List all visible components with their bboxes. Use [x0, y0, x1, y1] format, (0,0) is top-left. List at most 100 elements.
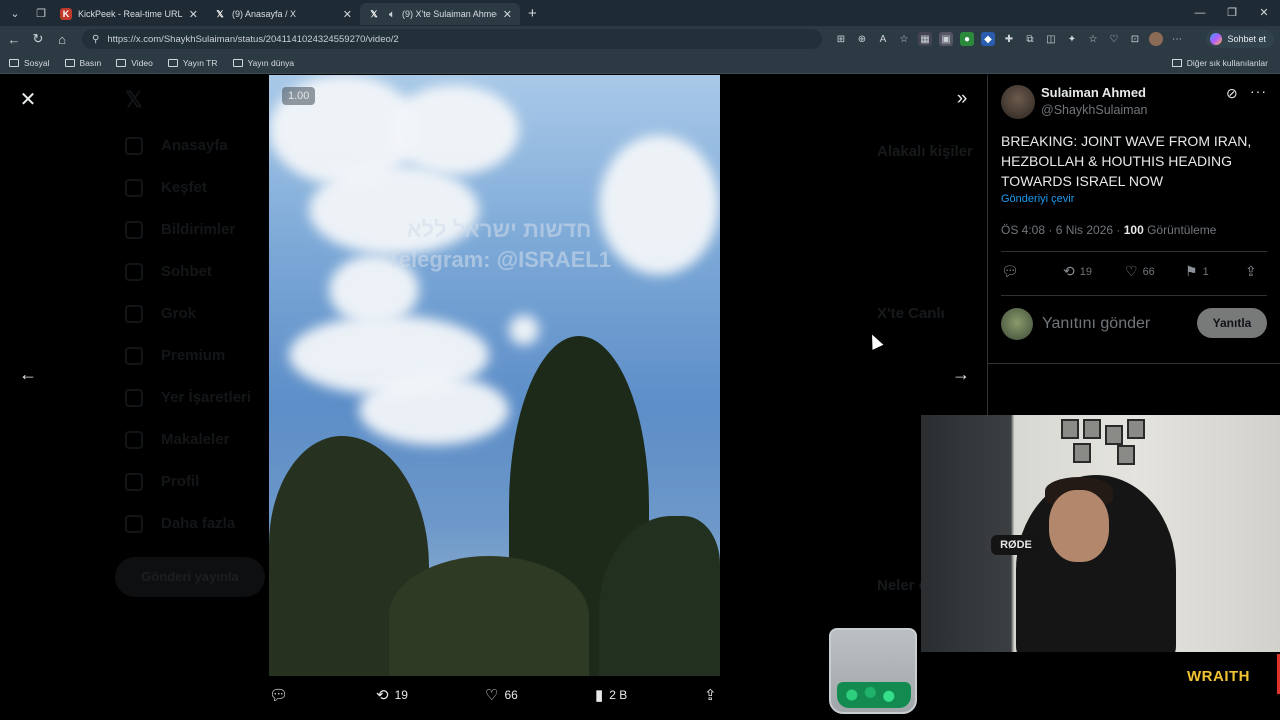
- browser-tab-kickpeek[interactable]: K KickPeek - Real-time URL Crawler ✕: [52, 3, 206, 25]
- folder-icon: [232, 58, 243, 67]
- viewer-avatar: [1001, 308, 1033, 340]
- read-aloud-icon[interactable]: A: [876, 32, 890, 46]
- close-tab-icon[interactable]: ✕: [343, 8, 352, 21]
- bookmark-folder[interactable]: Video: [116, 58, 153, 68]
- folder-icon: [1171, 59, 1182, 67]
- x-logo-icon: 𝕏: [370, 8, 378, 19]
- workspaces-icon[interactable]: ❐: [30, 2, 52, 24]
- bookmark-label: Basın: [79, 57, 102, 68]
- bookmark-folder[interactable]: Yayın TR: [167, 57, 218, 68]
- tweet-actions: 💬︎ ⟲ 19 ♡ 66 ⚑ 1 ⇪: [1001, 263, 1267, 283]
- cloud: [389, 85, 519, 175]
- tweet-time[interactable]: ÖS 4:08 · 6 Nis 2026 ·: [1001, 223, 1124, 237]
- new-tab-icon[interactable]: +: [528, 5, 537, 22]
- translate-link[interactable]: Gönderiyi çevir: [1001, 193, 1074, 205]
- share-button[interactable]: ⇪: [1245, 263, 1257, 280]
- site-info-icon[interactable]: ⚲: [92, 34, 99, 45]
- browser-tab-active[interactable]: 𝕏 🔈︎ (9) X'te Sulaiman Ahmed: "BR ✕: [360, 3, 520, 25]
- playback-speed-badge[interactable]: 1.00: [282, 87, 316, 105]
- reply-icon: 💬︎: [269, 687, 289, 704]
- tree-foliage: [389, 556, 589, 676]
- address-bar-row: ← ↻ ⌂ ⚲ https://x.com/ShaykhSulaiman/sta…: [0, 26, 1280, 52]
- bookmark-label: Video: [131, 57, 153, 68]
- bookmark-button[interactable]: ⚑ 1: [1185, 263, 1209, 280]
- next-media-icon[interactable]: →: [949, 364, 973, 388]
- expand-panel-icon[interactable]: »: [949, 88, 975, 112]
- split-screen-icon[interactable]: ◫: [1044, 32, 1058, 46]
- tweet-panel: Sulaiman Ahmed @ShaykhSulaiman ⊘ ··· BRE…: [987, 75, 1280, 415]
- reply-icon: 💬︎: [1001, 263, 1019, 279]
- extension-icon[interactable]: ▣: [939, 32, 953, 46]
- refresh-icon[interactable]: ↻: [26, 31, 50, 47]
- tab-actions-icon[interactable]: ⌄: [4, 2, 26, 24]
- profile-avatar[interactable]: [1149, 32, 1163, 46]
- zoom-icon[interactable]: ⊕: [855, 32, 869, 46]
- picture-frame: [1105, 425, 1123, 445]
- brand-overlay: WRAITH: [1160, 652, 1280, 720]
- window-controls: — ❐ ✕: [1184, 0, 1280, 26]
- chat-button[interactable]: Sohbet et: [1206, 30, 1274, 48]
- bookmark-icon: ⚑: [1185, 263, 1198, 279]
- toolbar-extensions: ⊞ ⊕ A ☆ ▦ ▣ ● ◆ ✚ ⧉ ◫ ✦ ☆ ♡ ⊡ ⋯: [834, 32, 1184, 46]
- author-name[interactable]: Sulaiman Ahmed: [1041, 85, 1146, 100]
- cloud: [509, 315, 539, 345]
- bookmarks-bar: Sosyal Basın Video Yayın TR Yayın dünya …: [0, 52, 1280, 74]
- reply-submit-button[interactable]: Yanıtla: [1197, 308, 1267, 338]
- back-icon[interactable]: ←: [2, 32, 26, 47]
- heart-icon: ♡: [485, 687, 499, 704]
- browser-tab-home[interactable]: 𝕏 (9) Anasayfa / X ✕: [206, 3, 360, 25]
- repost-button[interactable]: ⟲ 19: [1063, 263, 1092, 280]
- previous-media-icon[interactable]: ←: [16, 364, 40, 388]
- reply-button[interactable]: 💬︎: [269, 686, 294, 704]
- screen: ⌄ ❐ K KickPeek - Real-time URL Crawler ✕…: [0, 0, 1280, 720]
- more-options-icon[interactable]: ···: [1250, 83, 1267, 99]
- extension-icon[interactable]: ◆: [981, 32, 995, 46]
- share-icon: ⇪: [704, 687, 717, 704]
- close-tab-icon[interactable]: ✕: [189, 8, 198, 21]
- bookmark-label: Yayın TR: [182, 57, 218, 68]
- picture-frame: [1061, 419, 1079, 439]
- close-window-icon[interactable]: ✕: [1248, 0, 1280, 26]
- views-button[interactable]: ▮ 2 B: [595, 686, 627, 704]
- favorite-star-icon[interactable]: ☆: [897, 32, 911, 46]
- minimize-icon[interactable]: —: [1184, 0, 1216, 26]
- video-player[interactable]: חדשות ישראל ללא Telegram: @ISRAEL1 1.00: [269, 75, 720, 676]
- home-icon[interactable]: ⌂: [50, 32, 74, 47]
- bookmark-folder[interactable]: Sosyal: [9, 58, 50, 68]
- screenshot-icon[interactable]: ⊡: [1128, 32, 1142, 46]
- picture-frame: [1127, 419, 1145, 439]
- bookmark-folder[interactable]: Yayın dünya: [232, 58, 294, 68]
- speaker-icon[interactable]: 🔈︎: [386, 8, 398, 20]
- like-button[interactable]: ♡ 66: [485, 686, 518, 704]
- views-count: 2 B: [609, 688, 628, 702]
- health-icon[interactable]: ♡: [1107, 32, 1121, 46]
- brand-logo: WRAITH: [1187, 668, 1250, 685]
- app-icon[interactable]: ⊞: [834, 32, 848, 46]
- author-avatar[interactable]: [1001, 85, 1035, 119]
- reply-input[interactable]: Yanıtını gönder: [1042, 315, 1150, 333]
- grok-icon[interactable]: ⊘: [1226, 85, 1238, 102]
- like-button[interactable]: ♡ 66: [1125, 263, 1155, 280]
- bookmark-label: Sosyal: [24, 57, 50, 68]
- favorites-icon[interactable]: ☆: [1086, 32, 1100, 46]
- url-field[interactable]: ⚲ https://x.com/ShaykhSulaiman/status/20…: [82, 29, 822, 49]
- cloud: [359, 375, 509, 445]
- close-tab-icon[interactable]: ✕: [503, 8, 512, 21]
- views-label: Görüntüleme: [1143, 223, 1217, 237]
- reply-button[interactable]: 💬︎: [1001, 263, 1024, 280]
- extension-icon[interactable]: ●: [960, 32, 974, 46]
- other-bookmarks[interactable]: Diğer sık kullanılanlar: [1171, 52, 1268, 74]
- share-button[interactable]: ⇪: [704, 686, 717, 704]
- extension-icon[interactable]: ✚: [1002, 32, 1016, 46]
- restore-icon[interactable]: ❐: [1216, 0, 1248, 26]
- more-menu-icon[interactable]: ⋯: [1170, 32, 1184, 46]
- webcam-overlay: RØDE: [921, 415, 1280, 652]
- bookmark-folder[interactable]: Basın: [64, 57, 102, 68]
- author-handle[interactable]: @ShaykhSulaiman: [1041, 103, 1148, 117]
- repost-button[interactable]: ⟲ 19: [376, 686, 408, 704]
- extensions-puzzle-icon[interactable]: ⧉: [1023, 32, 1037, 46]
- extension-icon[interactable]: ▦: [918, 32, 932, 46]
- copilot-icon[interactable]: ✦: [1065, 32, 1079, 46]
- url-text: https://x.com/ShaykhSulaiman/status/2041…: [107, 33, 399, 45]
- close-viewer-icon[interactable]: ✕: [16, 89, 40, 113]
